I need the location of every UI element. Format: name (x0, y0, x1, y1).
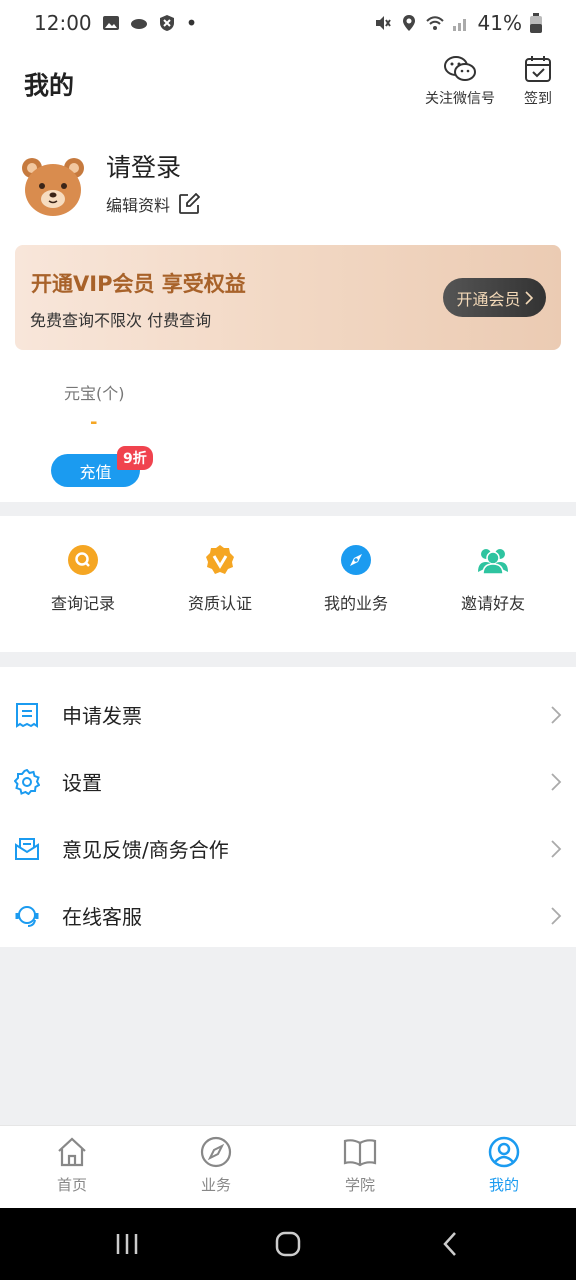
page-title: 我的 (24, 71, 75, 100)
profile-section: 请登录 编辑资料 开通VIP会员 享受权益 免费查询不限次 付费查询 开通会员 … (0, 122, 576, 502)
edit-profile-link[interactable]: 编辑资料 (106, 192, 201, 216)
menu-label: 在线客服 (62, 905, 142, 929)
chevron-right-icon (551, 772, 562, 791)
home-nav-icon (275, 1231, 301, 1257)
battery-icon (530, 13, 542, 33)
coin-label: 元宝(个) (64, 384, 125, 403)
gallery-icon (102, 16, 119, 30)
recents-button[interactable] (107, 1230, 147, 1258)
menu-label: 意见反馈/商务合作 (62, 838, 229, 862)
follow-wechat-label: 关注微信号 (425, 91, 495, 107)
edit-icon (179, 193, 201, 214)
menu-label: 申请发票 (62, 704, 142, 728)
quick-actions: 查询记录 资质认证 我的业务 邀请好友 (0, 516, 576, 652)
menu-list: 申请发票 设置 意见反馈/商务合作 在线客服 (0, 667, 576, 947)
status-bar: 12:00 • 41% (0, 0, 576, 46)
bottom-tab-bar: 首页 业务 学院 我的 (0, 1125, 576, 1208)
verified-badge-icon (206, 545, 234, 574)
follow-wechat-button[interactable]: 关注微信号 (425, 54, 495, 108)
chevron-right-icon (551, 705, 562, 724)
signal-icon (452, 19, 466, 31)
chevron-right-icon (551, 906, 562, 925)
quick-label: 我的业务 (323, 594, 388, 613)
quick-my-business[interactable]: 我的业务 (291, 544, 421, 614)
menu-label: 设置 (62, 771, 102, 795)
headset-icon (15, 905, 39, 927)
menu-item-customer-service[interactable]: 在线客服 (0, 882, 576, 949)
compass-icon (200, 1136, 232, 1168)
mute-icon (375, 16, 391, 30)
open-vip-label: 开通会员 (456, 289, 521, 309)
gear-icon (14, 768, 40, 795)
home-nav-button[interactable] (268, 1230, 308, 1258)
checkin-label: 签到 (524, 91, 552, 107)
quick-query-records[interactable]: 查询记录 (18, 544, 148, 614)
home-icon (58, 1137, 86, 1167)
back-icon (443, 1232, 456, 1256)
tab-home[interactable]: 首页 (27, 1136, 117, 1195)
menu-item-invoice[interactable]: 申请发票 (0, 681, 576, 748)
coin-value: - (90, 412, 98, 433)
tab-business[interactable]: 业务 (171, 1136, 261, 1195)
user-circle-icon (488, 1136, 520, 1168)
quick-qualification[interactable]: 资质认证 (155, 544, 285, 614)
quick-label: 邀请好友 (460, 594, 525, 613)
login-prompt[interactable]: 请登录 (106, 148, 181, 184)
quick-label: 资质认证 (187, 594, 252, 613)
tab-label: 学院 (344, 1176, 375, 1194)
open-vip-button[interactable]: 开通会员 (443, 278, 546, 317)
wechat-icon (444, 56, 476, 81)
tab-label: 我的 (488, 1176, 519, 1194)
vip-banner[interactable]: 开通VIP会员 享受权益 免费查询不限次 付费查询 开通会员 (15, 245, 561, 350)
dot-icon: • (185, 11, 198, 35)
vip-subtitle: 免费查询不限次 付费查询 (30, 311, 212, 330)
bear-avatar-icon[interactable] (20, 154, 86, 220)
calendar-check-icon (525, 56, 551, 82)
friends-icon (478, 549, 508, 575)
cloud-icon (130, 19, 147, 29)
back-button[interactable] (430, 1230, 470, 1258)
tab-label: 业务 (200, 1176, 231, 1194)
tab-mine[interactable]: 我的 (459, 1136, 549, 1195)
checkin-button[interactable]: 签到 (523, 54, 553, 108)
app-header: 我的 关注微信号 签到 (0, 46, 576, 122)
status-time: 12:00 (34, 11, 92, 35)
menu-item-feedback[interactable]: 意见反馈/商务合作 (0, 815, 576, 882)
discount-badge: 9折 (117, 446, 153, 470)
wifi-icon (425, 16, 444, 30)
tab-academy[interactable]: 学院 (315, 1136, 405, 1195)
location-icon (402, 15, 415, 31)
shield-icon (159, 15, 174, 31)
mail-icon (15, 837, 39, 860)
recents-icon (116, 1234, 138, 1254)
menu-item-settings[interactable]: 设置 (0, 748, 576, 815)
search-icon (68, 545, 98, 575)
quick-invite-friends[interactable]: 邀请好友 (428, 544, 558, 614)
compass-icon (341, 545, 371, 575)
system-nav-bar (0, 1208, 576, 1280)
tab-label: 首页 (56, 1176, 87, 1194)
edit-profile-label: 编辑资料 (106, 196, 171, 215)
quick-label: 查询记录 (50, 594, 115, 613)
vip-title: 开通VIP会员 享受权益 (31, 272, 246, 296)
battery-level: 41% (477, 11, 522, 35)
chevron-right-icon (524, 290, 533, 305)
chevron-right-icon (551, 839, 562, 858)
invoice-icon (16, 702, 38, 728)
book-icon (343, 1139, 377, 1167)
